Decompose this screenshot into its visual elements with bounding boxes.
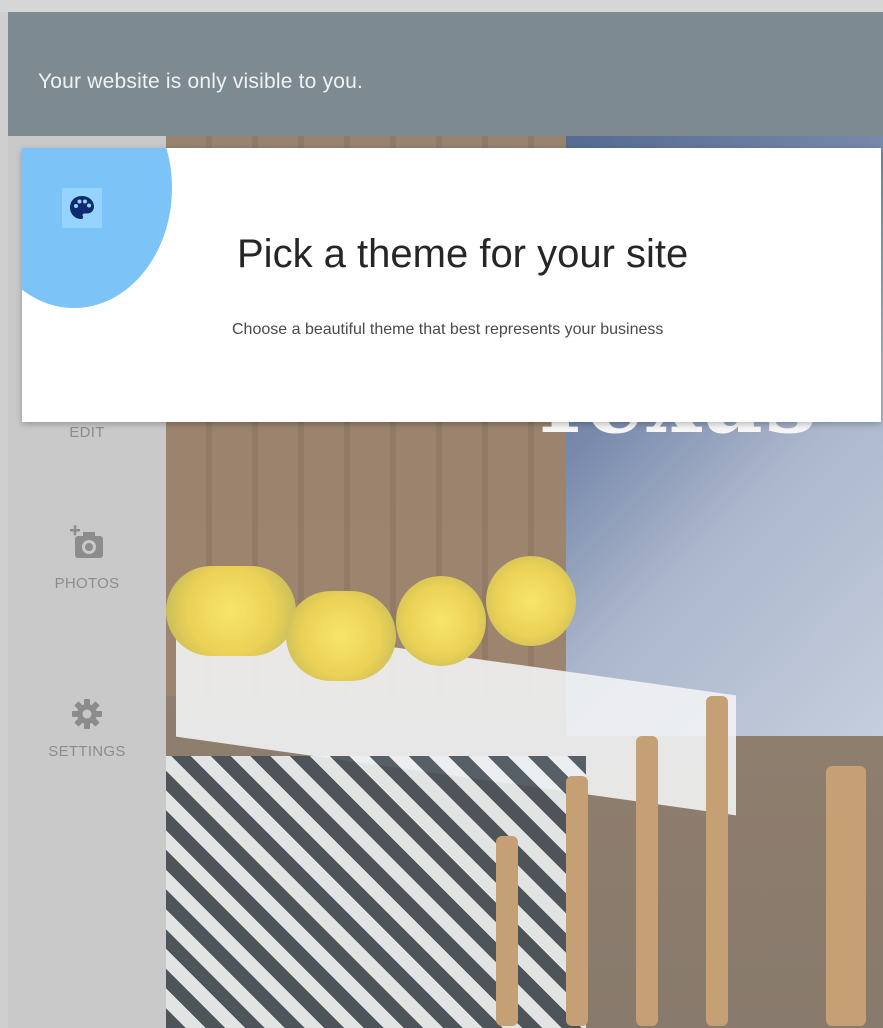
visibility-banner: Your website is only visible to you.	[8, 12, 883, 136]
palette-icon	[62, 188, 102, 228]
sidebar-item-label: PHOTOS	[54, 575, 120, 592]
sidebar-item-label: SETTINGS	[48, 743, 126, 760]
gear-icon	[8, 696, 166, 737]
tip-title: Pick a theme for your site	[237, 232, 689, 276]
sidebar-item-photos[interactable]: PHOTOS	[8, 524, 166, 592]
add-photo-icon	[8, 524, 166, 569]
sidebar-item-settings[interactable]: SETTINGS	[8, 696, 166, 760]
tip-accent-circle	[22, 148, 172, 308]
banner-text: Your website is only visible to you.	[38, 70, 364, 93]
sidebar-item-edit[interactable]: EDIT	[8, 424, 166, 441]
top-strip	[0, 0, 883, 12]
theme-tip-card[interactable]: Pick a theme for your site Choose a beau…	[22, 148, 881, 422]
sidebar-item-label: EDIT	[69, 424, 105, 441]
tip-subtitle: Choose a beautiful theme that best repre…	[232, 321, 664, 338]
